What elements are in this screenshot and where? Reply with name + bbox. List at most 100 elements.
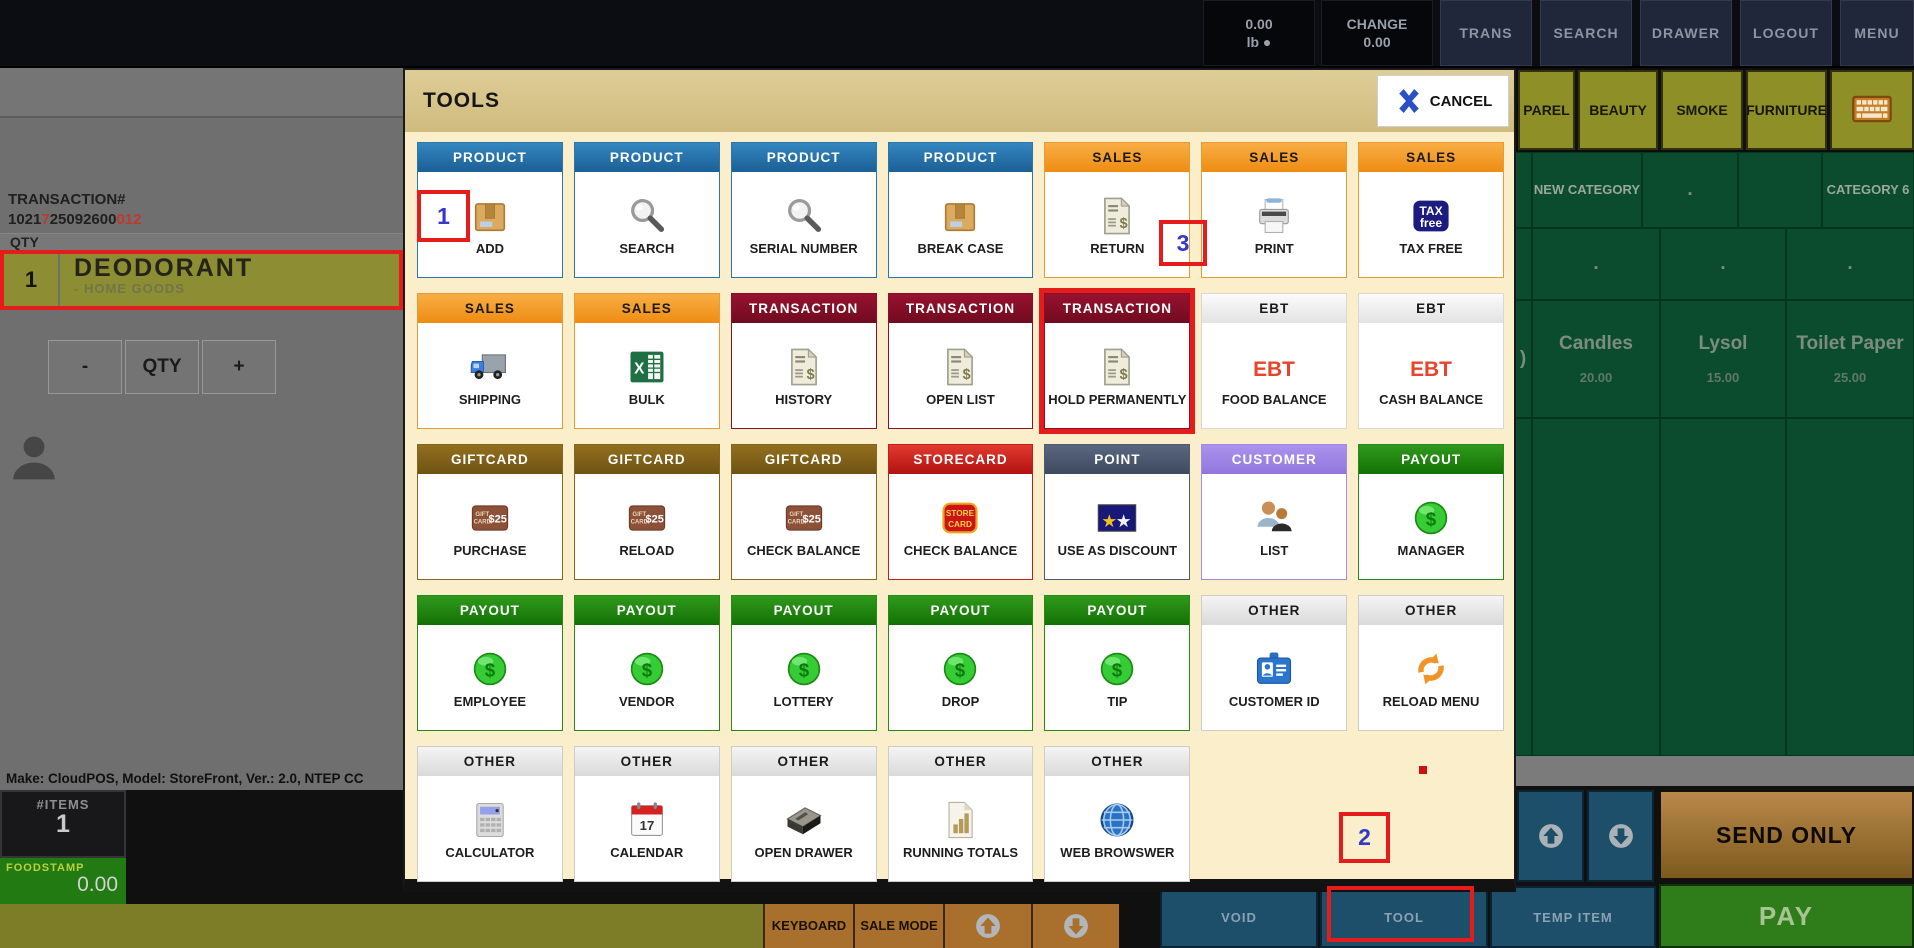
tool-tile-product-break-case[interactable]: PRODUCTBREAK CASE [888, 142, 1034, 278]
tool-tile-other-calculator[interactable]: OTHERCALCULATOR [417, 746, 563, 882]
page-up-button[interactable] [1517, 790, 1584, 882]
tool-tile-other-reload-menu[interactable]: OTHERRELOAD MENU [1358, 595, 1504, 731]
page-down-button[interactable] [1587, 790, 1654, 882]
trans-button[interactable]: TRANS [1440, 0, 1532, 66]
tool-tile-other-customer-id[interactable]: OTHERCUSTOMER ID [1201, 595, 1347, 731]
grid-cell-category-6[interactable]: CATEGORY 6 [1822, 152, 1914, 228]
svg-text:$: $ [1112, 660, 1123, 681]
tool-tile-giftcard-check-balance[interactable]: GIFTCARDGIFTCARD$25CHECK BALANCE [731, 444, 877, 580]
tool-tile-sales-bulk[interactable]: SALESXBULK [574, 293, 720, 429]
taxfree-icon: TAXfree [1408, 190, 1454, 242]
tool-tile-sales-shipping[interactable]: SALESSHIPPING [417, 293, 563, 429]
tool-tile-payout-drop[interactable]: PAYOUT$DROP [888, 595, 1034, 731]
tool-tile-giftcard-reload[interactable]: GIFTCARDGIFTCARD$25RELOAD [574, 444, 720, 580]
grid-cell-toilet-paper[interactable]: Toilet Paper25.00 [1786, 300, 1914, 418]
tool-tile-storecard-check-balance[interactable]: STORECARDSTORECARDCHECK BALANCE [888, 444, 1034, 580]
keyboard-tab-button[interactable] [1830, 70, 1914, 150]
grid-cell-candles[interactable]: Candles20.00 [1532, 300, 1660, 418]
grid-cell[interactable]: . [1532, 228, 1660, 300]
tool-tile-payout-employee[interactable]: PAYOUT$EMPLOYEE [417, 595, 563, 731]
void-button[interactable]: VOID [1160, 886, 1318, 948]
send-only-button[interactable]: SEND ONLY [1659, 790, 1914, 880]
tool-tile-point-use-as-discount[interactable]: POINT★★USE AS DISCOUNT [1044, 444, 1190, 580]
drawer-button[interactable]: DRAWER [1640, 0, 1732, 66]
cancel-button[interactable]: CANCEL [1377, 75, 1509, 127]
tile-category-label: PRODUCT [575, 143, 719, 172]
transaction-number: TRANSACTION# 1021725092600012 [8, 190, 142, 231]
tool-tile-product-search[interactable]: PRODUCTSEARCH [574, 142, 720, 278]
tile-category-label: GIFTCARD [418, 445, 562, 474]
svg-text:$: $ [642, 660, 653, 681]
qty-plus-button[interactable]: + [202, 340, 276, 394]
qty-controls: -QTY+ [48, 340, 276, 394]
panel-header-strip [0, 68, 403, 118]
tile-category-label: TRANSACTION [1045, 294, 1189, 323]
tile-category-label: PAYOUT [1359, 445, 1503, 474]
grid-cell [1786, 418, 1914, 756]
scroll-up-button[interactable] [943, 904, 1031, 948]
tool-tile-other-calendar[interactable]: OTHER17CALENDAR [574, 746, 720, 882]
tool-tile-other-web-browswer[interactable]: OTHERWEB BROWSWER [1044, 746, 1190, 882]
tile-category-label: TRANSACTION [732, 294, 876, 323]
grid-cell[interactable]: . [1642, 152, 1738, 228]
svg-text:CARD: CARD [949, 520, 973, 529]
tool-tile-customer-list[interactable]: CUSTOMERLIST [1201, 444, 1347, 580]
category-tab-furniture[interactable]: FURNITURE [1746, 70, 1827, 150]
doc-icon: $ [1094, 341, 1140, 393]
sale-mode-button[interactable]: SALE MODE [853, 904, 943, 948]
temp-item-button[interactable]: TEMP ITEM [1490, 886, 1656, 948]
cancel-label: CANCEL [1430, 93, 1493, 110]
category-tab-smoke[interactable]: SMOKE [1661, 70, 1743, 150]
tile-label: TAX FREE [1399, 242, 1462, 257]
tool-tile-payout-lottery[interactable]: PAYOUT$LOTTERY [731, 595, 877, 731]
annotation-number-3: 3 [1177, 230, 1190, 257]
grid-cell[interactable]: . [1660, 228, 1786, 300]
menu-button[interactable]: MENU [1840, 0, 1914, 66]
tool-tile-ebt-food-balance[interactable]: EBTEBTFOOD BALANCE [1201, 293, 1347, 429]
grid-cell-lysol[interactable]: Lysol15.00 [1660, 300, 1786, 418]
grid-cell [1660, 418, 1786, 756]
tile-label: LIST [1260, 544, 1288, 559]
qty-value-button[interactable]: QTY [125, 340, 199, 394]
tool-tile-transaction-hold-permanently[interactable]: TRANSACTION$HOLD PERMANENTLY [1044, 293, 1190, 429]
search-button[interactable]: SEARCH [1540, 0, 1632, 66]
tool-tile-transaction-open-list[interactable]: TRANSACTION$OPEN LIST [888, 293, 1034, 429]
tile-label: CALCULATOR [445, 846, 534, 861]
tool-tile-other-running-totals[interactable]: OTHERRUNNING TOTALS [888, 746, 1034, 882]
tile-label: CUSTOMER ID [1229, 695, 1320, 710]
tile-label: CHECK BALANCE [904, 544, 1017, 559]
tool-tile-other-open-drawer[interactable]: OTHEROPEN DRAWER [731, 746, 877, 882]
tool-tile-payout-tip[interactable]: PAYOUT$TIP [1044, 595, 1190, 731]
tool-tile-product-serial-number[interactable]: PRODUCTSERIAL NUMBER [731, 142, 877, 278]
cancel-x-icon [1394, 86, 1424, 116]
svg-text:$: $ [806, 367, 814, 383]
grid-cell[interactable]: ) [1514, 300, 1532, 418]
svg-text:free: free [1420, 216, 1442, 230]
tool-tile-sales-print[interactable]: SALESPRINT [1201, 142, 1347, 278]
tool-tile-giftcard-purchase[interactable]: GIFTCARDGIFTCARD$25PURCHASE [417, 444, 563, 580]
category-tab-parel[interactable]: PAREL [1518, 70, 1575, 150]
grid-cell[interactable]: . [1786, 228, 1914, 300]
tile-label: OPEN LIST [926, 393, 995, 408]
transaction-panel: TRANSACTION# 1021725092600012 QTY 1 DEOD… [0, 68, 403, 790]
logout-button[interactable]: LOGOUT [1740, 0, 1832, 66]
grid-cell-new-category[interactable]: NEW CATEGORY [1532, 152, 1642, 228]
tool-tile-payout-manager[interactable]: PAYOUT$MANAGER [1358, 444, 1504, 580]
grid-cell [1532, 418, 1660, 756]
pay-button[interactable]: PAY [1659, 884, 1914, 948]
cart-item-row[interactable]: 1 DEODORANT - HOME GOODS [0, 250, 403, 310]
tool-tile-payout-vendor[interactable]: PAYOUT$VENDOR [574, 595, 720, 731]
foodstamp-display: FOODSTAMP 0.00 [0, 858, 126, 904]
tool-tile-sales-tax-free[interactable]: SALESTAXfreeTAX FREE [1358, 142, 1504, 278]
tile-label: USE AS DISCOUNT [1058, 544, 1177, 559]
category-tab-beauty[interactable]: BEAUTY [1578, 70, 1658, 150]
tool-tile-transaction-history[interactable]: TRANSACTION$HISTORY [731, 293, 877, 429]
qty-minus-button[interactable]: - [48, 340, 122, 394]
scroll-down-button[interactable] [1031, 904, 1119, 948]
tool-tile-ebt-cash-balance[interactable]: EBTEBTCASH BALANCE [1358, 293, 1504, 429]
grid-cell-price: 20.00 [1580, 370, 1613, 385]
grid-cell-price: 15.00 [1707, 370, 1740, 385]
customer-avatar-icon [8, 430, 60, 482]
svg-text:$: $ [798, 660, 809, 681]
keyboard-button[interactable]: KEYBOARD [763, 904, 853, 948]
